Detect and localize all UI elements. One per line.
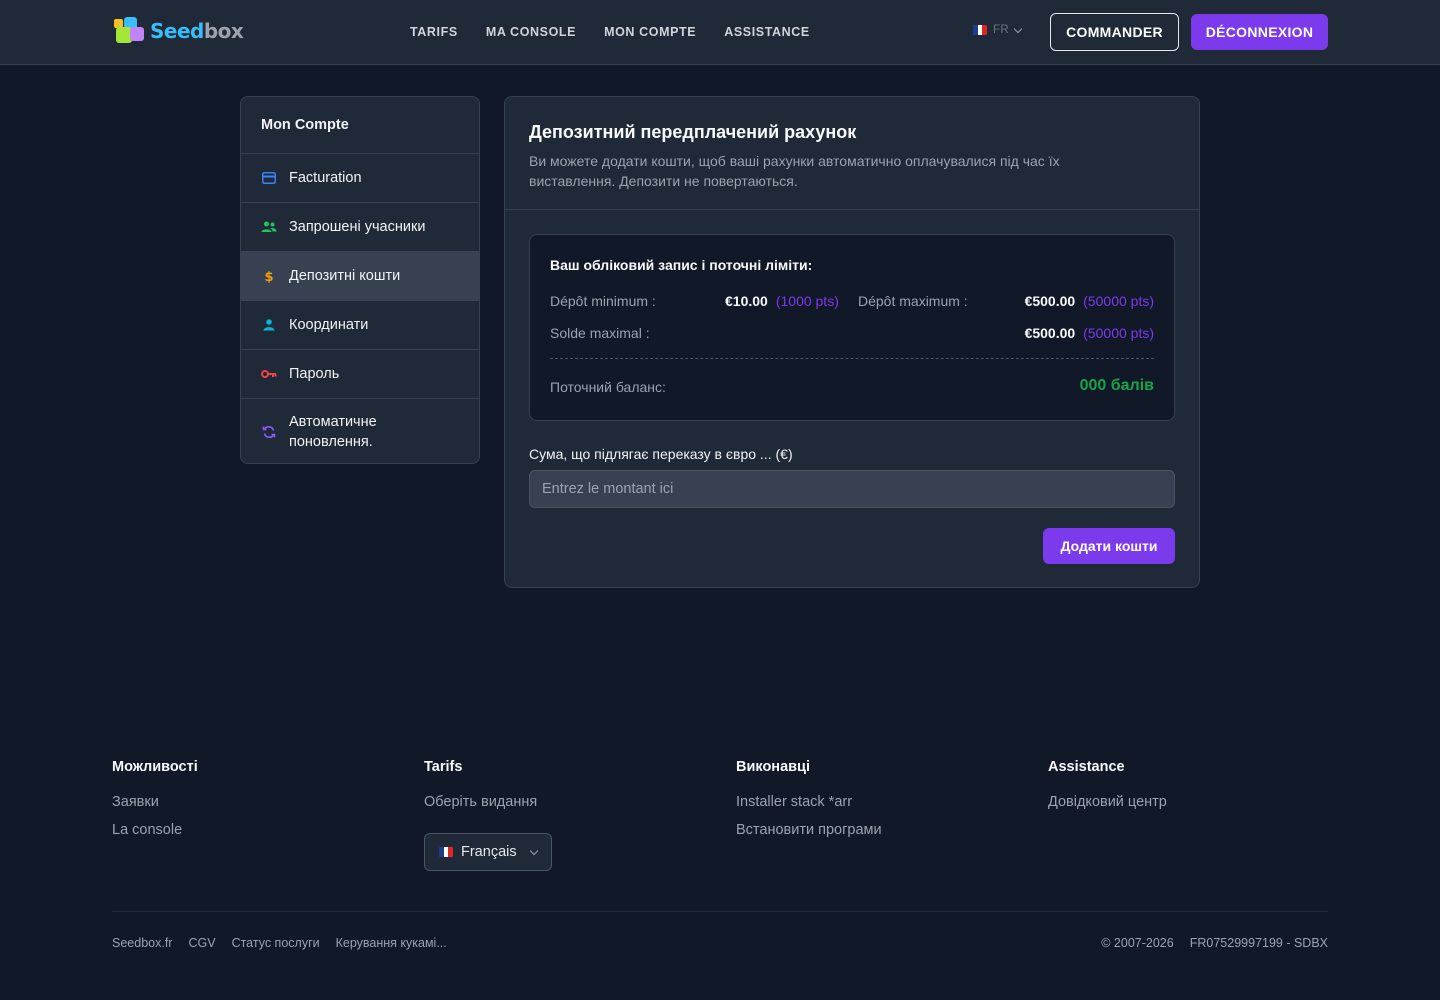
copyright-text: © 2007-2026 xyxy=(1101,936,1174,950)
france-flag-icon xyxy=(973,25,987,35)
amount-input[interactable] xyxy=(529,470,1175,508)
company-id-text: FR07529997199 - SDBX xyxy=(1189,936,1328,950)
max-balance-value: €500.00 (50000 pts) xyxy=(1024,325,1154,341)
min-deposit-value: €10.00 (1000 pts) xyxy=(725,293,839,309)
svg-text:$: $ xyxy=(264,270,273,283)
page-description: Ви можете додати кошти, щоб ваші рахунки… xyxy=(529,153,1060,189)
current-balance-label: Поточний баланс: xyxy=(550,379,666,395)
max-deposit-value: €500.00 (50000 pts) xyxy=(1024,293,1154,309)
language-switcher[interactable]: FR xyxy=(973,24,1023,36)
footer-divider xyxy=(112,911,1328,912)
footer-bottom-links: Seedbox.fr CGV Статус послуги Керування … xyxy=(112,936,447,950)
footer-link-install-apps[interactable]: Встановити програми xyxy=(736,821,882,839)
user-icon xyxy=(261,317,277,333)
amount-field-label: Сума, що підлягає переказу в євро ... (€… xyxy=(529,446,793,462)
footer-link-seedbox-fr[interactable]: Seedbox.fr xyxy=(112,936,172,950)
nav-ma-console[interactable]: MA CONSOLE xyxy=(486,25,576,39)
sidebar-item-label: Депозитні кошти xyxy=(289,268,401,284)
dashed-divider xyxy=(550,358,1154,359)
card-header: Депозитний передплачений рахунок Ви може… xyxy=(505,97,1199,210)
sidebar-item-label: Запрошені учасники xyxy=(289,219,426,235)
language-code: FR xyxy=(993,24,1010,36)
logout-button[interactable]: DÉCONNEXION xyxy=(1191,14,1328,50)
current-balance-value: 000 балів xyxy=(1079,377,1154,394)
chevron-down-icon xyxy=(529,846,539,855)
top-navbar: Seedbox TARIFS MA CONSOLE MON COMPTE ASS… xyxy=(0,0,1440,65)
language-select-value: Français xyxy=(461,844,517,860)
limits-panel: Ваш обліковий запис і поточні ліміти: Dé… xyxy=(529,234,1175,421)
credit-card-icon xyxy=(261,170,277,186)
france-flag-icon xyxy=(439,847,453,857)
sidebar-item-password[interactable]: Пароль xyxy=(241,350,479,399)
sidebar-item-label: Пароль xyxy=(289,366,340,382)
refresh-icon xyxy=(261,424,277,440)
users-icon xyxy=(261,219,277,235)
footer-column-features: Можливості Заявки La console xyxy=(112,759,198,849)
footer-column-performers: Виконавці Installer stack *arr Встановит… xyxy=(736,759,882,849)
seedbox-logo[interactable]: Seedbox xyxy=(114,15,244,47)
footer-link-cookie-settings[interactable]: Керування кукамі... xyxy=(336,936,447,950)
nav-assistance[interactable]: ASSISTANCE xyxy=(724,25,810,39)
nav-mon-compte[interactable]: MON COMPTE xyxy=(604,25,696,39)
footer-column-title: Tarifs xyxy=(424,759,463,775)
limits-title: Ваш обліковий запис і поточні ліміти: xyxy=(550,257,813,273)
sidebar-item-facturation[interactable]: Facturation xyxy=(241,154,479,203)
footer-link-choose-edition[interactable]: Оберіть видання xyxy=(424,793,537,811)
dollar-icon: $ xyxy=(261,268,277,284)
sidebar-item-deposit-funds[interactable]: $ Депозитні кошти xyxy=(241,252,479,301)
footer-column-title: Assistance xyxy=(1048,759,1125,775)
max-deposit-label: Dépôt maximum : xyxy=(858,293,968,309)
sidebar-item-label: Автоматичне поновлення. xyxy=(289,413,377,450)
footer-link-help-center[interactable]: Довідковий центр xyxy=(1048,793,1167,811)
logo-text: Seedbox xyxy=(150,19,244,43)
footer-column-tarifs: Tarifs Оберіть видання xyxy=(424,759,537,821)
max-balance-label: Solde maximal : xyxy=(550,325,650,341)
min-deposit-label: Dépôt minimum : xyxy=(550,293,656,309)
nav-tarifs[interactable]: TARIFS xyxy=(410,25,458,39)
footer-link-service-status[interactable]: Статус послуги xyxy=(232,936,320,950)
sidebar-title: Mon Compte xyxy=(241,97,479,154)
footer-link-cgv[interactable]: CGV xyxy=(188,936,215,950)
footer-column-assistance: Assistance Довідковий центр xyxy=(1048,759,1167,821)
sidebar-item-label: Координати xyxy=(289,317,369,333)
footer-column-title: Можливості xyxy=(112,759,198,775)
footer-link-console[interactable]: La console xyxy=(112,821,198,839)
deposit-card: Депозитний передплачений рахунок Ви може… xyxy=(504,96,1200,588)
add-funds-button[interactable]: Додати кошти xyxy=(1043,528,1175,564)
key-icon xyxy=(261,366,277,382)
footer-link-install-arr[interactable]: Installer stack *arr xyxy=(736,793,882,811)
commander-button[interactable]: COMMANDER xyxy=(1050,13,1179,51)
footer-link-requests[interactable]: Заявки xyxy=(112,793,198,811)
footer-column-title: Виконавці xyxy=(736,759,810,775)
chevron-down-icon xyxy=(1013,24,1023,33)
sidebar-item-invited-members[interactable]: Запрошені учасники xyxy=(241,203,479,252)
footer-language-select[interactable]: Français xyxy=(424,833,552,871)
account-sidebar: Mon Compte Facturation Запрошені учасник… xyxy=(240,96,480,464)
logo-cubes-icon xyxy=(114,15,148,47)
sidebar-item-coordinates[interactable]: Координати xyxy=(241,301,479,350)
page-title: Депозитний передплачений рахунок xyxy=(529,122,857,142)
main-nav: TARIFS MA CONSOLE MON COMPTE ASSISTANCE xyxy=(410,0,810,64)
sidebar-item-label: Facturation xyxy=(289,170,362,186)
sidebar-item-auto-renewal[interactable]: Автоматичне поновлення. xyxy=(241,399,479,463)
footer-legal: © 2007-2026 FR07529997199 - SDBX xyxy=(1101,936,1328,950)
